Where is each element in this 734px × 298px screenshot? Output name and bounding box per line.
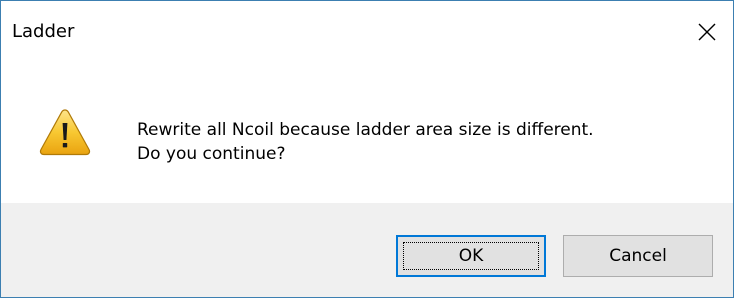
message-line-2: Do you continue? [137, 144, 286, 164]
ok-button[interactable]: OK [396, 235, 546, 277]
message-dialog: Ladder Rewrite all Ncoil because ladder … [0, 0, 734, 298]
window-title: Ladder [12, 21, 75, 42]
dialog-content: Rewrite all Ncoil because ladder area si… [1, 63, 733, 203]
button-bar: OK Cancel [1, 203, 733, 297]
warning-icon [39, 109, 91, 156]
cancel-button[interactable]: Cancel [563, 235, 713, 277]
focus-ring [403, 242, 539, 270]
message-text: Rewrite all Ncoil because ladder area si… [137, 118, 594, 166]
message-line-1: Rewrite all Ncoil because ladder area si… [137, 120, 594, 140]
title-bar[interactable]: Ladder [1, 1, 733, 63]
cancel-button-label: Cancel [609, 246, 667, 266]
close-button[interactable] [681, 1, 733, 63]
close-icon [698, 23, 716, 41]
